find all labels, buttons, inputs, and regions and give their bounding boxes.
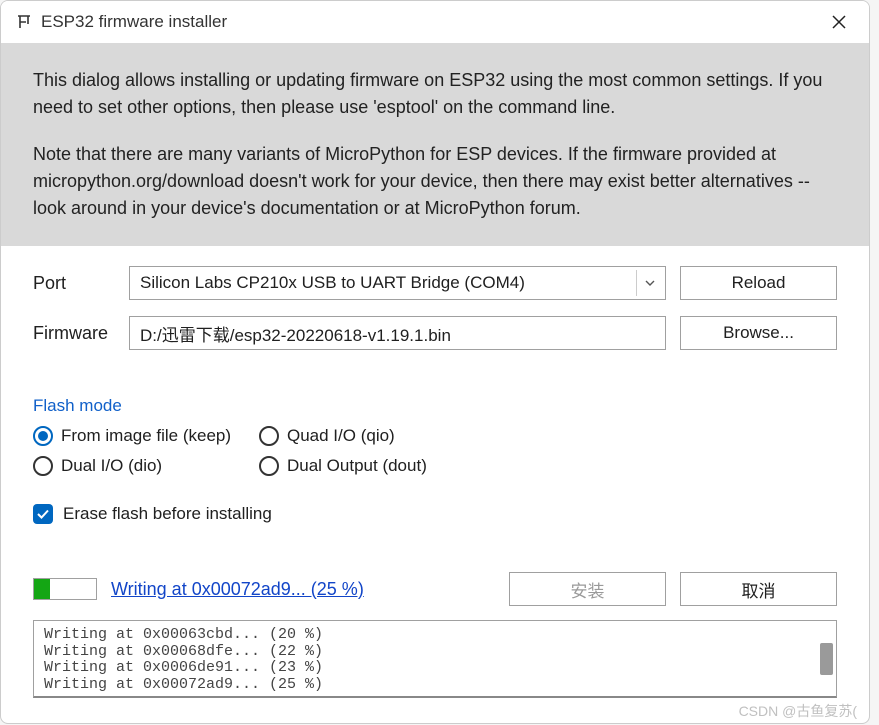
status-link[interactable]: Writing at 0x00072ad9... (25 %) xyxy=(111,579,364,600)
firmware-input[interactable]: D:/迅雷下载/esp32-20220618-v1.19.1.bin xyxy=(129,316,666,350)
action-row: Writing at 0x00072ad9... (25 %) 安装 取消 xyxy=(33,572,837,606)
log-line: Writing at 0x00068dfe... (22 %) xyxy=(44,643,323,660)
cancel-button[interactable]: 取消 xyxy=(680,572,837,606)
intro-panel: This dialog allows installing or updatin… xyxy=(1,43,869,246)
radio-icon xyxy=(33,456,53,476)
erase-row[interactable]: Erase flash before installing xyxy=(33,504,837,524)
progress-bar xyxy=(33,578,97,600)
thonny-icon xyxy=(16,14,32,30)
port-label: Port xyxy=(33,273,115,294)
log-line: Writing at 0x0006de91... (23 %) xyxy=(44,659,323,676)
form-area: Port Silicon Labs CP210x USB to UART Bri… xyxy=(1,246,869,376)
close-button[interactable] xyxy=(823,6,855,38)
firmware-row: Firmware D:/迅雷下载/esp32-20220618-v1.19.1.… xyxy=(33,316,837,350)
install-button: 安装 xyxy=(509,572,666,606)
radio-keep[interactable]: From image file (keep) xyxy=(33,426,259,446)
titlebar: ESP32 firmware installer xyxy=(1,1,869,43)
installer-window: ESP32 firmware installer This dialog all… xyxy=(0,0,870,724)
app-icon xyxy=(15,13,33,31)
flash-mode-legend: Flash mode xyxy=(33,396,837,416)
log-line: Writing at 0x00072ad9... (25 %) xyxy=(44,676,323,693)
erase-checkbox[interactable] xyxy=(33,504,53,524)
browse-button[interactable]: Browse... xyxy=(680,316,837,350)
erase-label: Erase flash before installing xyxy=(63,504,272,524)
chevron-down-icon xyxy=(636,270,662,296)
radio-icon xyxy=(259,456,279,476)
watermark: CSDN @古鱼复苏( xyxy=(739,701,857,721)
scrollbar-thumb[interactable] xyxy=(820,643,833,675)
intro-text-1: This dialog allows installing or updatin… xyxy=(33,67,837,121)
port-select[interactable]: Silicon Labs CP210x USB to UART Bridge (… xyxy=(129,266,666,300)
radio-qio[interactable]: Quad I/O (qio) xyxy=(259,426,459,446)
window-title: ESP32 firmware installer xyxy=(41,12,227,32)
progress-fill xyxy=(34,579,50,599)
radio-icon xyxy=(33,426,53,446)
firmware-value: D:/迅雷下载/esp32-20220618-v1.19.1.bin xyxy=(140,321,451,346)
close-icon xyxy=(832,15,846,29)
reload-button[interactable]: Reload xyxy=(680,266,837,300)
flash-mode-fieldset: Flash mode From image file (keep) Quad I… xyxy=(33,388,837,476)
radio-dio[interactable]: Dual I/O (dio) xyxy=(33,456,259,476)
log-output[interactable]: Writing at 0x00063cbd... (20 %) Writing … xyxy=(33,620,837,698)
intro-text-2: Note that there are many variants of Mic… xyxy=(33,141,837,222)
check-icon xyxy=(37,509,49,519)
firmware-label: Firmware xyxy=(33,323,115,344)
port-row: Port Silicon Labs CP210x USB to UART Bri… xyxy=(33,266,837,300)
radio-icon xyxy=(259,426,279,446)
flash-mode-options: From image file (keep) Quad I/O (qio) Du… xyxy=(33,426,837,476)
port-value: Silicon Labs CP210x USB to UART Bridge (… xyxy=(140,273,525,293)
log-line: Writing at 0x00063cbd... (20 %) xyxy=(44,626,323,643)
radio-dout[interactable]: Dual Output (dout) xyxy=(259,456,459,476)
